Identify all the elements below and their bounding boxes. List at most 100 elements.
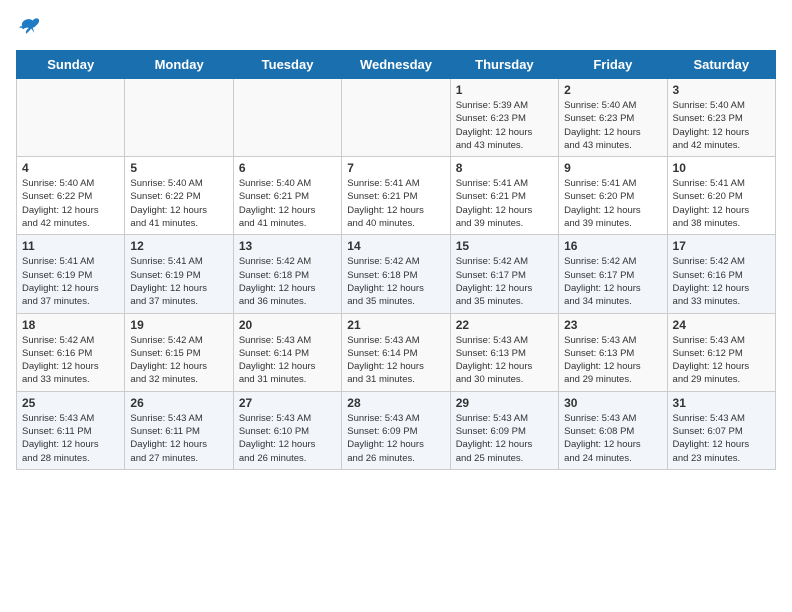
day-number: 17 <box>673 239 770 253</box>
day-info: Sunrise: 5:42 AM Sunset: 6:18 PM Dayligh… <box>239 255 336 308</box>
calendar-cell: 31Sunrise: 5:43 AM Sunset: 6:07 PM Dayli… <box>667 391 775 469</box>
day-info: Sunrise: 5:43 AM Sunset: 6:13 PM Dayligh… <box>564 334 661 387</box>
day-number: 1 <box>456 83 553 97</box>
day-info: Sunrise: 5:43 AM Sunset: 6:14 PM Dayligh… <box>347 334 444 387</box>
day-info: Sunrise: 5:41 AM Sunset: 6:20 PM Dayligh… <box>673 177 770 230</box>
day-number: 9 <box>564 161 661 175</box>
day-number: 21 <box>347 318 444 332</box>
calendar-cell: 30 Sunrise: 5:43 AM Sunset: 6:08 PM Dayli… <box>559 391 667 469</box>
day-info: Sunrise: 5:40 AM Sunset: 6:22 PM Dayligh… <box>22 177 119 230</box>
day-info: Sunrise: 5:43 AM Sunset: 6:07 PM Dayligh… <box>673 412 770 465</box>
calendar-cell: 4 Sunrise: 5:40 AM Sunset: 6:22 PM Daylig… <box>17 157 125 235</box>
calendar-cell: 9 Sunrise: 5:41 AM Sunset: 6:20 PM Daylig… <box>559 157 667 235</box>
weekday-header-thursday: Thursday <box>450 51 558 79</box>
calendar-cell: 14 Sunrise: 5:42 AM Sunset: 6:18 PM Dayli… <box>342 235 450 313</box>
calendar-cell: 6Sunrise: 5:40 AM Sunset: 6:21 PM Daylig… <box>233 157 341 235</box>
calendar-week-4: 18 Sunrise: 5:42 AM Sunset: 6:16 PM Dayli… <box>17 313 776 391</box>
day-info: Sunrise: 5:40 AM Sunset: 6:23 PM Dayligh… <box>673 99 770 152</box>
calendar-cell: 29 Sunrise: 5:43 AM Sunset: 6:09 PM Dayli… <box>450 391 558 469</box>
day-info: Sunrise: 5:42 AM Sunset: 6:17 PM Dayligh… <box>456 255 553 308</box>
day-info: Sunrise: 5:43 AM Sunset: 6:12 PM Dayligh… <box>673 334 770 387</box>
day-info: Sunrise: 5:41 AM Sunset: 6:21 PM Dayligh… <box>347 177 444 230</box>
day-number: 25 <box>22 396 119 410</box>
calendar-cell: 2 Sunrise: 5:40 AM Sunset: 6:23 PM Daylig… <box>559 79 667 157</box>
day-number: 12 <box>130 239 227 253</box>
weekday-header-saturday: Saturday <box>667 51 775 79</box>
weekday-header-monday: Monday <box>125 51 233 79</box>
calendar-cell: 8 Sunrise: 5:41 AM Sunset: 6:21 PM Daylig… <box>450 157 558 235</box>
day-number: 2 <box>564 83 661 97</box>
day-number: 23 <box>564 318 661 332</box>
calendar-cell: 19 Sunrise: 5:42 AM Sunset: 6:15 PM Dayli… <box>125 313 233 391</box>
calendar-week-1: 1 Sunrise: 5:39 AM Sunset: 6:23 PM Daylig… <box>17 79 776 157</box>
calendar-week-3: 11 Sunrise: 5:41 AM Sunset: 6:19 PM Dayli… <box>17 235 776 313</box>
calendar-week-5: 25 Sunrise: 5:43 AM Sunset: 6:11 PM Dayli… <box>17 391 776 469</box>
calendar-week-2: 4 Sunrise: 5:40 AM Sunset: 6:22 PM Daylig… <box>17 157 776 235</box>
calendar-cell: 16Sunrise: 5:42 AM Sunset: 6:17 PM Dayli… <box>559 235 667 313</box>
day-number: 22 <box>456 318 553 332</box>
calendar-cell: 21 Sunrise: 5:43 AM Sunset: 6:14 PM Dayli… <box>342 313 450 391</box>
day-number: 3 <box>673 83 770 97</box>
day-number: 27 <box>239 396 336 410</box>
day-number: 10 <box>673 161 770 175</box>
day-number: 11 <box>22 239 119 253</box>
calendar-cell: 12Sunrise: 5:41 AM Sunset: 6:19 PM Dayli… <box>125 235 233 313</box>
calendar-cell: 17 Sunrise: 5:42 AM Sunset: 6:16 PM Dayli… <box>667 235 775 313</box>
calendar-cell <box>17 79 125 157</box>
day-info: Sunrise: 5:39 AM Sunset: 6:23 PM Dayligh… <box>456 99 553 152</box>
calendar-cell: 11 Sunrise: 5:41 AM Sunset: 6:19 PM Dayli… <box>17 235 125 313</box>
day-info: Sunrise: 5:43 AM Sunset: 6:09 PM Dayligh… <box>347 412 444 465</box>
day-info: Sunrise: 5:42 AM Sunset: 6:15 PM Dayligh… <box>130 334 227 387</box>
weekday-header-wednesday: Wednesday <box>342 51 450 79</box>
day-info: Sunrise: 5:41 AM Sunset: 6:20 PM Dayligh… <box>564 177 661 230</box>
calendar-cell: 24Sunrise: 5:43 AM Sunset: 6:12 PM Dayli… <box>667 313 775 391</box>
page-header <box>16 16 776 38</box>
day-info: Sunrise: 5:43 AM Sunset: 6:10 PM Dayligh… <box>239 412 336 465</box>
day-number: 8 <box>456 161 553 175</box>
calendar-cell: 27 Sunrise: 5:43 AM Sunset: 6:10 PM Dayli… <box>233 391 341 469</box>
day-info: Sunrise: 5:40 AM Sunset: 6:23 PM Dayligh… <box>564 99 661 152</box>
day-number: 29 <box>456 396 553 410</box>
day-number: 19 <box>130 318 227 332</box>
calendar-cell: 15Sunrise: 5:42 AM Sunset: 6:17 PM Dayli… <box>450 235 558 313</box>
calendar-cell: 28Sunrise: 5:43 AM Sunset: 6:09 PM Dayli… <box>342 391 450 469</box>
day-number: 18 <box>22 318 119 332</box>
day-info: Sunrise: 5:43 AM Sunset: 6:09 PM Dayligh… <box>456 412 553 465</box>
calendar-cell: 22 Sunrise: 5:43 AM Sunset: 6:13 PM Dayli… <box>450 313 558 391</box>
logo <box>16 16 40 38</box>
day-number: 26 <box>130 396 227 410</box>
day-info: Sunrise: 5:40 AM Sunset: 6:22 PM Dayligh… <box>130 177 227 230</box>
calendar-cell <box>233 79 341 157</box>
calendar-cell: 20Sunrise: 5:43 AM Sunset: 6:14 PM Dayli… <box>233 313 341 391</box>
weekday-header-friday: Friday <box>559 51 667 79</box>
day-info: Sunrise: 5:43 AM Sunset: 6:13 PM Dayligh… <box>456 334 553 387</box>
calendar-cell <box>125 79 233 157</box>
day-info: Sunrise: 5:41 AM Sunset: 6:21 PM Dayligh… <box>456 177 553 230</box>
day-info: Sunrise: 5:41 AM Sunset: 6:19 PM Dayligh… <box>22 255 119 308</box>
logo-bird-icon <box>18 14 40 36</box>
day-info: Sunrise: 5:43 AM Sunset: 6:14 PM Dayligh… <box>239 334 336 387</box>
calendar-cell: 5 Sunrise: 5:40 AM Sunset: 6:22 PM Daylig… <box>125 157 233 235</box>
calendar-cell: 25 Sunrise: 5:43 AM Sunset: 6:11 PM Dayli… <box>17 391 125 469</box>
day-info: Sunrise: 5:42 AM Sunset: 6:18 PM Dayligh… <box>347 255 444 308</box>
calendar-table: SundayMondayTuesdayWednesdayThursdayFrid… <box>16 50 776 470</box>
day-number: 7 <box>347 161 444 175</box>
day-number: 13 <box>239 239 336 253</box>
calendar-cell: 13 Sunrise: 5:42 AM Sunset: 6:18 PM Dayli… <box>233 235 341 313</box>
day-info: Sunrise: 5:42 AM Sunset: 6:16 PM Dayligh… <box>673 255 770 308</box>
day-number: 30 <box>564 396 661 410</box>
weekday-header-row: SundayMondayTuesdayWednesdayThursdayFrid… <box>17 51 776 79</box>
calendar-cell <box>342 79 450 157</box>
calendar-cell: 1 Sunrise: 5:39 AM Sunset: 6:23 PM Daylig… <box>450 79 558 157</box>
day-number: 6 <box>239 161 336 175</box>
day-number: 14 <box>347 239 444 253</box>
day-info: Sunrise: 5:43 AM Sunset: 6:08 PM Dayligh… <box>564 412 661 465</box>
day-info: Sunrise: 5:43 AM Sunset: 6:11 PM Dayligh… <box>22 412 119 465</box>
day-number: 4 <box>22 161 119 175</box>
day-info: Sunrise: 5:42 AM Sunset: 6:16 PM Dayligh… <box>22 334 119 387</box>
day-info: Sunrise: 5:43 AM Sunset: 6:11 PM Dayligh… <box>130 412 227 465</box>
calendar-cell: 26 Sunrise: 5:43 AM Sunset: 6:11 PM Dayli… <box>125 391 233 469</box>
day-number: 5 <box>130 161 227 175</box>
calendar-cell: 10 Sunrise: 5:41 AM Sunset: 6:20 PM Dayli… <box>667 157 775 235</box>
calendar-cell: 18 Sunrise: 5:42 AM Sunset: 6:16 PM Dayli… <box>17 313 125 391</box>
